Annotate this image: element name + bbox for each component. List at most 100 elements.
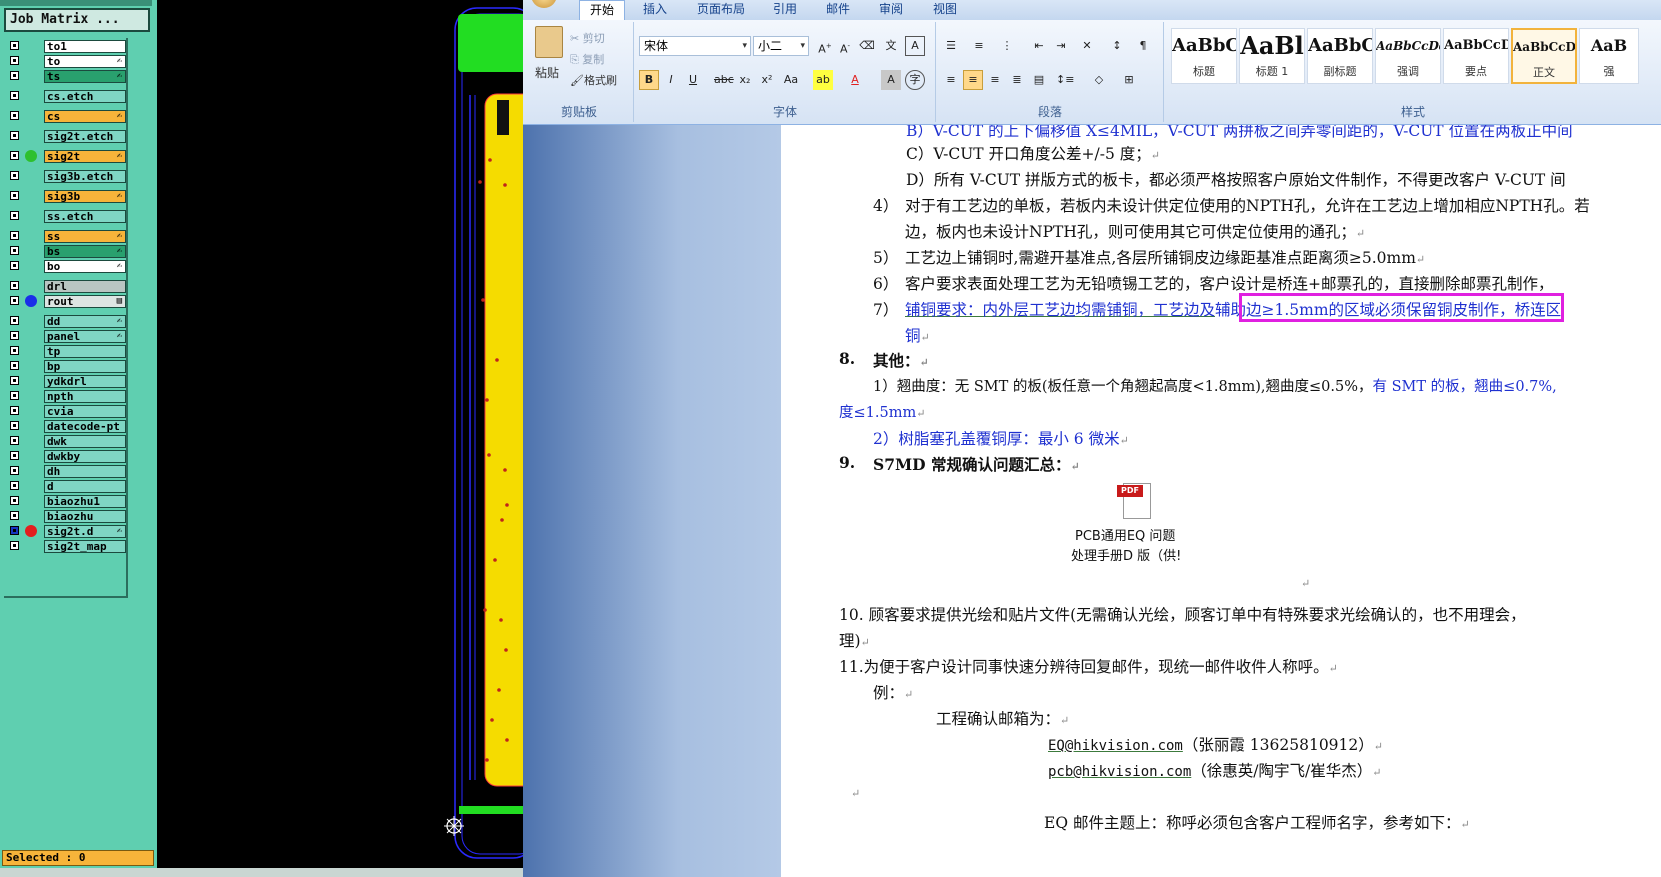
line-spacing-icon[interactable]: ↕≡ <box>1055 70 1075 90</box>
layer-checkbox[interactable] <box>10 346 19 355</box>
italic-icon[interactable]: I <box>661 70 681 90</box>
layer-checkbox[interactable] <box>10 151 19 160</box>
layer-row-dwk[interactable]: dwk <box>10 435 128 448</box>
shading-icon[interactable]: ◇ <box>1089 70 1109 90</box>
layer-name[interactable]: dh <box>44 465 126 478</box>
layer-checkbox[interactable] <box>10 331 19 340</box>
sort-icon[interactable]: ↕ <box>1107 36 1127 56</box>
pdf-file-icon[interactable]: PDF <box>1117 481 1153 521</box>
layer-name[interactable]: tp <box>44 345 126 358</box>
tab-home[interactable]: 开始 <box>579 0 626 21</box>
style-6[interactable]: AaBbCcDd 正文 <box>1511 28 1577 84</box>
layer-row-cvia[interactable]: cvia <box>10 405 128 418</box>
layer-checkbox[interactable] <box>10 71 19 80</box>
tab-view[interactable]: 视图 <box>933 1 957 17</box>
style-2[interactable]: AaBl 标题 1 <box>1239 28 1305 84</box>
style-4[interactable]: AaBbCcDd 强调 <box>1375 28 1441 84</box>
tab-page-layout[interactable]: 页面布局 <box>697 1 745 17</box>
layer-name[interactable]: sig2t_map <box>44 540 126 553</box>
decrease-indent-icon[interactable]: ⇤ <box>1029 36 1049 56</box>
enclose-char-icon[interactable]: 字 <box>905 70 925 90</box>
align-left-icon[interactable]: ≡ <box>941 70 961 90</box>
layer-row-npth[interactable]: npth <box>10 390 128 403</box>
layer-row-bs[interactable]: bs ✍ <box>10 245 128 258</box>
office-button-icon[interactable] <box>531 0 557 8</box>
layer-checkbox[interactable] <box>10 131 19 140</box>
layer-name[interactable]: rout ▤ <box>44 295 126 308</box>
layer-name[interactable]: ss ✍ <box>44 230 126 243</box>
layer-row-dh[interactable]: dh <box>10 465 128 478</box>
layer-row-cs[interactable]: cs ✍ <box>10 110 128 123</box>
asian-layout-icon[interactable]: ✕ <box>1077 36 1097 56</box>
tab-mailings[interactable]: 邮件 <box>826 1 850 17</box>
layer-name[interactable]: cvia <box>44 405 126 418</box>
layer-name[interactable]: panel ✍ <box>44 330 126 343</box>
layer-row-ss-etch[interactable]: ss.etch <box>10 210 128 223</box>
layer-checkbox[interactable] <box>10 451 19 460</box>
layer-row-ts[interactable]: ts ✍ <box>10 70 128 83</box>
font-name-select[interactable]: 宋体 <box>639 36 751 56</box>
layer-name[interactable]: dd ✍ <box>44 315 126 328</box>
layer-row-dd[interactable]: dd ✍ <box>10 315 128 328</box>
font-size-select[interactable]: 小二 <box>753 36 809 56</box>
layer-checkbox[interactable] <box>10 316 19 325</box>
multilevel-list-icon[interactable]: ⋮ <box>997 36 1017 56</box>
style-7[interactable]: AaB 强 <box>1579 28 1639 84</box>
layer-checkbox[interactable] <box>10 406 19 415</box>
layer-name[interactable]: ts ✍ <box>44 70 126 83</box>
align-center-icon[interactable]: ≡ <box>963 70 983 90</box>
layer-name[interactable]: sig3b ✍ <box>44 190 126 203</box>
layer-checkbox[interactable] <box>10 436 19 445</box>
layer-checkbox[interactable] <box>10 261 19 270</box>
email-link[interactable]: pcb@hikvision.com <box>1048 764 1191 780</box>
layer-name[interactable]: biaozhu1 <box>44 495 126 508</box>
layer-row-sig2t-d[interactable]: sig2t.d ✍ <box>10 525 128 538</box>
style-5[interactable]: AaBbCcD 要点 <box>1443 28 1509 84</box>
layer-name[interactable]: sig2t.d ✍ <box>44 525 126 538</box>
layer-checkbox[interactable] <box>10 111 19 120</box>
layer-checkbox[interactable] <box>10 211 19 220</box>
layer-name[interactable]: dwkby <box>44 450 126 463</box>
layer-row-biaozhu1[interactable]: biaozhu1 <box>10 495 128 508</box>
grow-font-icon[interactable]: A+ <box>815 36 835 56</box>
subscript-icon[interactable]: x₂ <box>735 70 755 90</box>
char-border-icon[interactable]: A <box>905 36 925 56</box>
superscript-icon[interactable]: x² <box>757 70 777 90</box>
layer-checkbox[interactable] <box>10 511 19 520</box>
layer-affected-indicator-icon[interactable] <box>25 295 37 307</box>
layer-row-ss[interactable]: ss ✍ <box>10 230 128 243</box>
layer-name[interactable]: bs ✍ <box>44 245 126 258</box>
increase-indent-icon[interactable]: ⇥ <box>1051 36 1071 56</box>
layer-affected-indicator-icon[interactable] <box>25 150 37 162</box>
layer-checkbox[interactable] <box>10 246 19 255</box>
layer-row-sig2t-map[interactable]: sig2t_map <box>10 540 128 553</box>
layer-checkbox[interactable] <box>10 376 19 385</box>
email-link[interactable]: EQ@hikvision.com <box>1048 738 1183 754</box>
layer-name[interactable]: cs ✍ <box>44 110 126 123</box>
layer-name[interactable]: to1 <box>44 40 126 53</box>
layer-checkbox[interactable] <box>10 171 19 180</box>
layer-row-biaozhu[interactable]: biaozhu <box>10 510 128 523</box>
paste-icon[interactable] <box>535 26 563 58</box>
layer-checkbox[interactable] <box>10 526 19 535</box>
underline-icon[interactable]: U <box>683 70 703 90</box>
borders-icon[interactable]: ⊞ <box>1119 70 1139 90</box>
layer-checkbox[interactable] <box>10 231 19 240</box>
cut-button[interactable]: ✂ 剪切 <box>570 30 605 46</box>
layer-name[interactable]: biaozhu <box>44 510 126 523</box>
layer-name[interactable]: npth <box>44 390 126 403</box>
layer-checkbox[interactable] <box>10 421 19 430</box>
layer-name[interactable]: cs.etch <box>44 90 126 103</box>
document-page[interactable]: B）V-CUT 的上下偏移值 X≤4MIL，V-CUT 两拼板之间弄零间距的，V… <box>781 125 1661 877</box>
layer-row-sig2t-etch[interactable]: sig2t.etch <box>10 130 128 143</box>
numbering-icon[interactable]: ≡ <box>969 36 989 56</box>
layer-row-ydkdrl[interactable]: ydkdrl <box>10 375 128 388</box>
layer-row-dwkby[interactable]: dwkby <box>10 450 128 463</box>
strikethrough-icon[interactable]: abc <box>713 70 734 90</box>
char-shading-icon[interactable]: A <box>881 70 901 90</box>
layer-row-sig3b-etch[interactable]: sig3b.etch <box>10 170 128 183</box>
layer-row-sig2t[interactable]: sig2t ✍ <box>10 150 128 163</box>
layer-row-bp[interactable]: bp <box>10 360 128 373</box>
show-marks-icon[interactable]: ¶ <box>1133 36 1153 56</box>
layer-name[interactable]: dwk <box>44 435 126 448</box>
